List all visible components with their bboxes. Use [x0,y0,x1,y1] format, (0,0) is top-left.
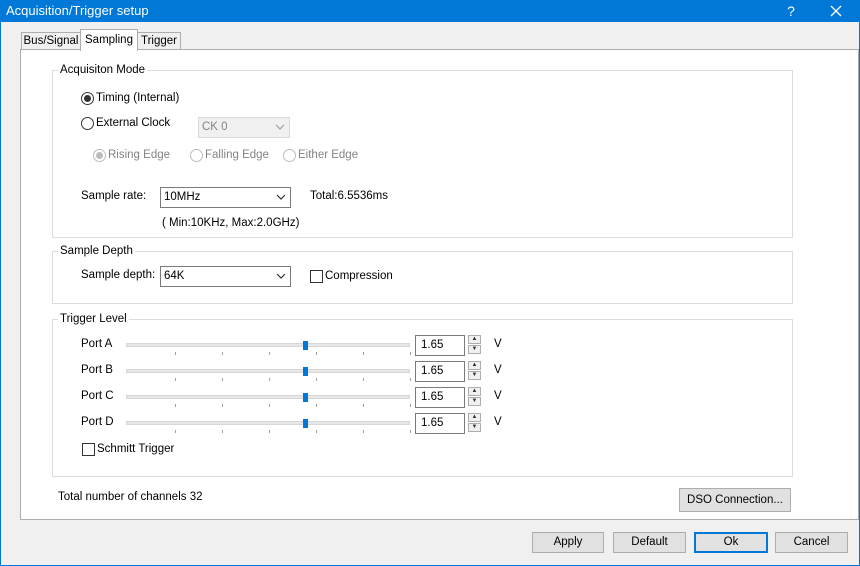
unit-label: V [494,338,502,350]
slider-tick [316,404,317,407]
slider-tick [269,378,270,381]
slider-thumb[interactable] [303,393,308,402]
trigger-level-input[interactable]: 1.65 [415,335,465,356]
compression-checkbox[interactable] [310,270,323,283]
spin-up-button[interactable]: ▲ [468,413,481,422]
slider-tick [410,378,411,381]
unit-label: V [494,390,502,402]
close-button[interactable] [822,0,850,22]
slider-tick [269,404,270,407]
spin-up-button[interactable]: ▲ [468,335,481,344]
trigger-level-group-label: Trigger Level [58,313,129,325]
tab-bus-signal[interactable]: Bus/Signal [21,32,81,50]
slider-tick [269,430,270,433]
trigger-level-slider[interactable] [126,343,410,347]
chevron-down-icon [276,273,286,279]
sample-depth-label: Sample depth: [81,269,156,281]
trigger-level-input[interactable]: 1.65 [415,413,465,434]
falling-edge-radio[interactable] [190,149,203,162]
either-edge-radio[interactable] [283,149,296,162]
slider-tick [316,378,317,381]
default-button[interactable]: Default [613,532,686,553]
tab-sampling[interactable]: Sampling [80,29,138,51]
port-label: Port C [81,390,114,402]
chevron-down-icon [276,194,286,200]
slider-tick [222,404,223,407]
slider-tick [410,430,411,433]
schmitt-trigger-label: Schmitt Trigger [97,443,175,455]
spin-down-button[interactable]: ▼ [468,345,481,354]
spin-up-button[interactable]: ▲ [468,387,481,396]
slider-tick [363,352,364,355]
sample-rate-value: 10MHz [164,191,201,203]
port-label: Port B [81,364,113,376]
title-bar: Acquisition/Trigger setup ? [0,0,860,22]
dso-connection-button[interactable]: DSO Connection... [679,488,791,512]
slider-tick [410,352,411,355]
clock-select[interactable]: CK 0 [198,117,290,138]
chevron-down-icon [275,124,285,130]
trigger-level-slider[interactable] [126,395,410,399]
external-clock-radio[interactable] [81,117,94,130]
slider-tick [363,378,364,381]
timing-internal-label: Timing (Internal) [96,92,180,104]
slider-tick [316,352,317,355]
external-clock-label: External Clock [96,117,171,129]
apply-button[interactable]: Apply [532,532,604,553]
slider-tick [363,430,364,433]
slider-tick [175,430,176,433]
unit-label: V [494,364,502,376]
either-edge-label: Either Edge [298,149,359,161]
slider-thumb[interactable] [303,367,308,376]
spin-down-button[interactable]: ▼ [468,371,481,380]
rising-edge-radio[interactable] [93,149,106,162]
spin-up-button[interactable]: ▲ [468,361,481,370]
trigger-level-input[interactable]: 1.65 [415,387,465,408]
slider-tick [175,352,176,355]
sample-depth-value: 64K [164,270,185,282]
compression-label: Compression [325,270,393,282]
channel-count-text: Total number of channels 32 [58,491,203,503]
port-label: Port A [81,338,113,350]
spin-down-button[interactable]: ▼ [468,397,481,406]
close-icon [830,5,842,17]
slider-tick [269,352,270,355]
ok-button[interactable]: Ok [694,532,768,553]
spin-down-button[interactable]: ▼ [468,423,481,432]
port-label: Port D [81,416,114,428]
clock-select-value: CK 0 [202,121,228,133]
timing-internal-radio[interactable] [81,92,94,105]
slider-tick [410,404,411,407]
trigger-level-slider[interactable] [126,421,410,425]
trigger-level-input[interactable]: 1.65 [415,361,465,382]
total-duration-text: Total:6.5536ms [310,190,388,202]
rising-edge-label: Rising Edge [108,149,171,161]
schmitt-trigger-checkbox[interactable] [82,443,95,456]
sample-rate-range-text: ( Min:10KHz, Max:2.0GHz) [162,217,300,229]
sample-depth-select[interactable]: 64K [160,266,291,287]
slider-tick [222,378,223,381]
cancel-button[interactable]: Cancel [775,532,848,553]
trigger-level-slider[interactable] [126,369,410,373]
sample-rate-select[interactable]: 10MHz [160,187,291,208]
slider-thumb[interactable] [303,419,308,428]
slider-thumb[interactable] [303,341,308,350]
window-title: Acquisition/Trigger setup [6,3,149,18]
sample-rate-label: Sample rate: [81,190,147,202]
sample-depth-group-label: Sample Depth [58,245,135,257]
slider-tick [222,430,223,433]
acquisition-mode-label: Acquisiton Mode [58,64,148,76]
unit-label: V [494,416,502,428]
help-button[interactable]: ? [778,0,804,22]
tab-trigger[interactable]: Trigger [137,32,181,50]
slider-tick [222,352,223,355]
falling-edge-label: Falling Edge [205,149,269,161]
slider-tick [175,378,176,381]
slider-tick [175,404,176,407]
slider-tick [316,430,317,433]
slider-tick [363,404,364,407]
